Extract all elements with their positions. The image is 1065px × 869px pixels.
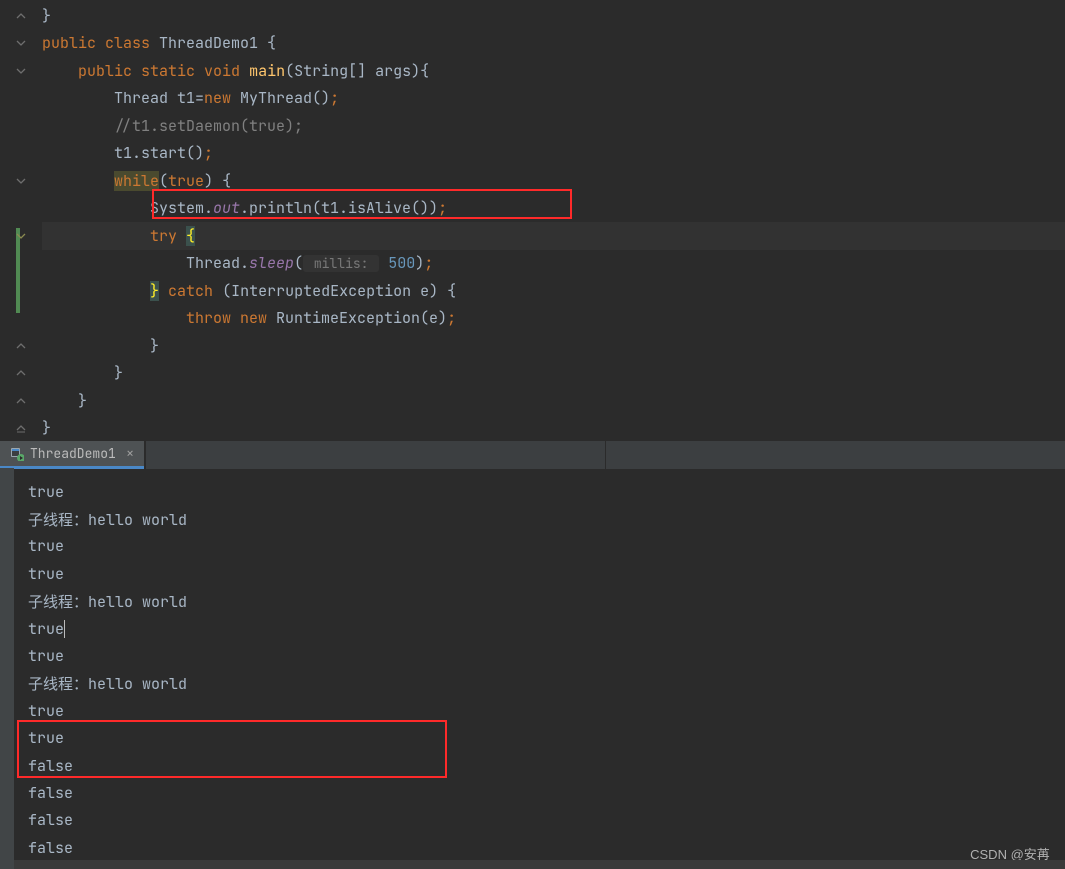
gutter-row xyxy=(0,360,42,388)
gutter-row xyxy=(0,167,42,195)
gutter-row xyxy=(0,305,42,333)
horizontal-scrollbar[interactable] xyxy=(14,860,1065,869)
code-line[interactable]: } xyxy=(42,332,1065,360)
console-line: false xyxy=(0,752,1065,779)
console-line: 子线程：hello world xyxy=(0,670,1065,697)
run-tabs-bar: ThreadDemo1 × xyxy=(0,440,1065,470)
code-line[interactable]: Thread.sleep( millis: 500); xyxy=(42,250,1065,278)
code-editor[interactable]: }public class ThreadDemo1 { public stati… xyxy=(0,0,1065,440)
code-line[interactable]: public static void main(String[] args){ xyxy=(42,57,1065,85)
code-line[interactable]: //t1.setDaemon(true); xyxy=(42,112,1065,140)
console-line: 子线程：hello world xyxy=(0,588,1065,615)
gutter xyxy=(0,0,42,440)
console-line: true xyxy=(0,725,1065,752)
tool-window-left-bar xyxy=(0,468,14,869)
gutter-row xyxy=(0,387,42,415)
console-line: true xyxy=(0,533,1065,560)
code-line[interactable]: throw new RuntimeException(e); xyxy=(42,305,1065,333)
gutter-row xyxy=(0,85,42,113)
gutter-row xyxy=(0,57,42,85)
code-line[interactable]: System.out.println(t1.isAlive()); xyxy=(42,195,1065,223)
code-line[interactable]: while(true) { xyxy=(42,167,1065,195)
code-line[interactable]: } xyxy=(42,387,1065,415)
gutter-row xyxy=(0,415,42,443)
code-line[interactable]: t1.start(); xyxy=(42,140,1065,168)
console-output[interactable]: true子线程：hello worldtruetrue子线程：hello wor… xyxy=(0,470,1065,869)
tabs-empty-area xyxy=(145,441,1065,469)
close-icon[interactable]: × xyxy=(126,445,134,463)
console-line: false xyxy=(0,834,1065,861)
gutter-row xyxy=(0,2,42,30)
run-tab-label: ThreadDemo1 xyxy=(30,445,116,462)
code-area[interactable]: }public class ThreadDemo1 { public stati… xyxy=(42,0,1065,440)
text-cursor xyxy=(64,620,65,638)
code-line[interactable]: } xyxy=(42,360,1065,388)
code-line[interactable]: } xyxy=(42,415,1065,443)
gutter-row xyxy=(0,250,42,278)
gutter-row xyxy=(0,112,42,140)
code-line[interactable]: } catch (InterruptedException e) { xyxy=(42,277,1065,305)
console-line: true xyxy=(0,615,1065,642)
code-line[interactable]: public class ThreadDemo1 { xyxy=(42,30,1065,58)
gutter-row xyxy=(0,140,42,168)
run-tab-threaddemo1[interactable]: ThreadDemo1 × xyxy=(0,441,144,469)
console-line: false xyxy=(0,807,1065,834)
gutter-row xyxy=(0,195,42,223)
code-line[interactable]: try { xyxy=(42,222,1065,250)
console-line: true xyxy=(0,697,1065,724)
console-line: false xyxy=(0,779,1065,806)
console-line: 子线程：hello world xyxy=(0,505,1065,532)
gutter-row xyxy=(0,332,42,360)
gutter-row xyxy=(0,277,42,305)
code-line[interactable]: Thread t1=new MyThread(); xyxy=(42,85,1065,113)
console-line: true xyxy=(0,642,1065,669)
console-line: true xyxy=(0,560,1065,587)
run-config-icon xyxy=(10,447,24,461)
gutter-row xyxy=(0,222,42,250)
code-line[interactable]: } xyxy=(42,2,1065,30)
console-line: true xyxy=(0,478,1065,505)
gutter-row xyxy=(0,30,42,58)
